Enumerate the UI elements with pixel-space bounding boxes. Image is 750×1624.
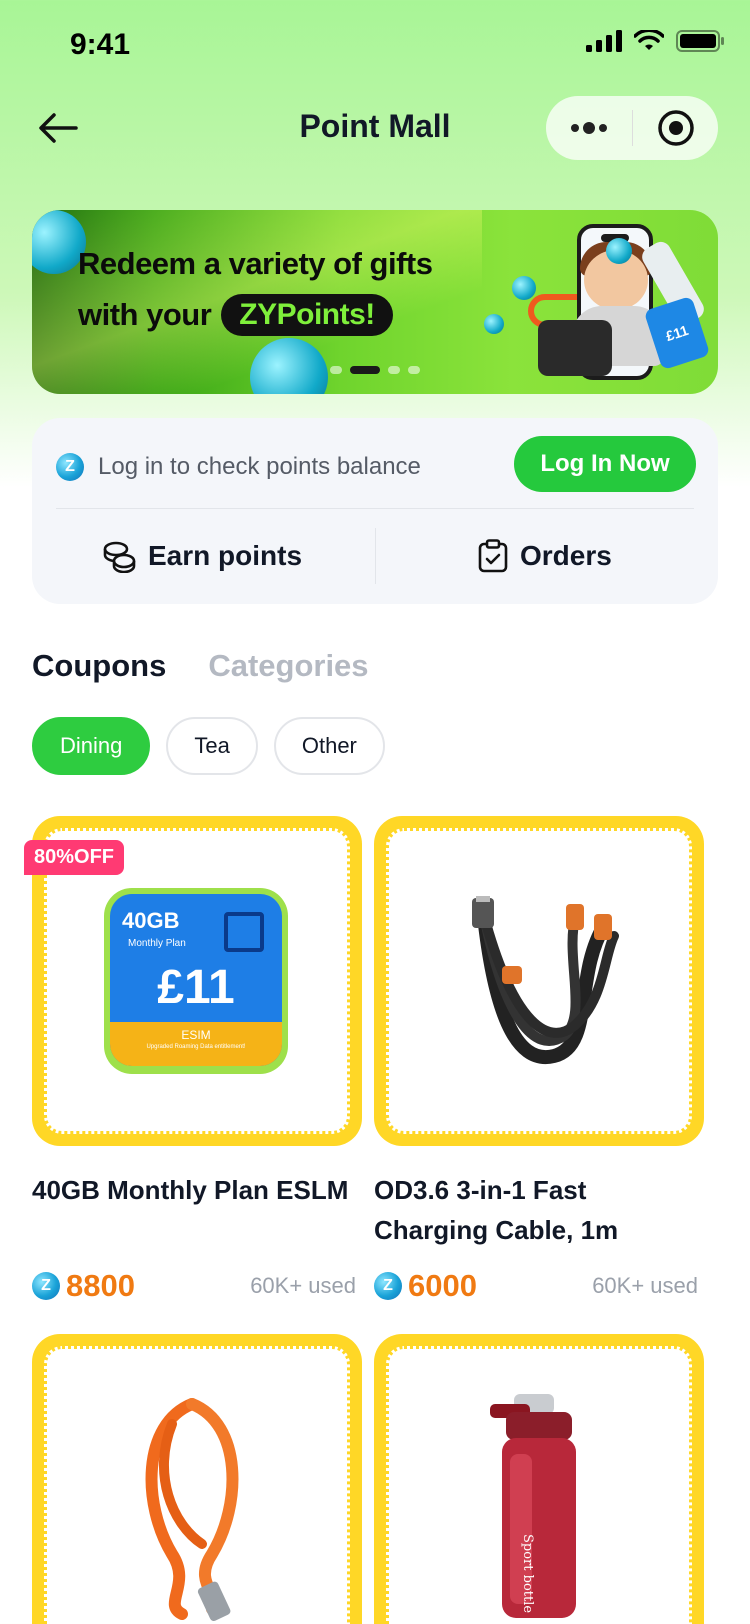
status-bar: 9:41 bbox=[0, 0, 750, 88]
zy-coin-icon: Z bbox=[32, 1272, 60, 1300]
plan-band-label: ESIM bbox=[181, 1028, 211, 1042]
pagination-dot-active[interactable] bbox=[350, 366, 380, 374]
panel-divider bbox=[56, 508, 694, 509]
close-mini-program-button[interactable] bbox=[633, 96, 718, 160]
product-card[interactable]: Sport bottle bbox=[374, 1334, 704, 1624]
pagination-dot[interactable] bbox=[408, 366, 420, 374]
tab-categories[interactable]: Categories bbox=[208, 648, 368, 684]
more-icon bbox=[571, 122, 607, 134]
points-panel: Z Log in to check points balance Log In … bbox=[32, 418, 718, 604]
plan-data: 40GB bbox=[122, 908, 180, 933]
usage-count: 60K+ used bbox=[250, 1273, 356, 1298]
product-image-frame bbox=[374, 816, 704, 1146]
usage-count: 60K+ used bbox=[592, 1273, 698, 1298]
product-image-frame bbox=[32, 1334, 362, 1624]
product-image-frame: Sport bottle bbox=[374, 1334, 704, 1624]
coins-icon bbox=[103, 541, 136, 573]
target-icon bbox=[657, 110, 694, 146]
chip-tea[interactable]: Tea bbox=[166, 717, 258, 775]
coin-decoration bbox=[512, 276, 536, 300]
bottle-label: Sport bottle bbox=[520, 1534, 535, 1613]
discount-badge: 80%OFF bbox=[24, 840, 125, 875]
pagination-dot[interactable] bbox=[330, 366, 342, 374]
plan-band-note: Upgraded Roaming Data entitlement! bbox=[146, 1044, 246, 1050]
login-prompt: Log in to check points balance bbox=[98, 453, 421, 480]
price-value: 8800 bbox=[66, 1268, 135, 1303]
product-card[interactable]: 40GB Monthly Plan £11 ESIM Upgraded Roam… bbox=[24, 816, 362, 1304]
product-image-frame: 40GB Monthly Plan £11 ESIM Upgraded Roam… bbox=[24, 816, 362, 1146]
plan-card-image: 40GB Monthly Plan £11 ESIM Upgraded Roam… bbox=[104, 888, 288, 1074]
log-in-button[interactable]: Log In Now bbox=[514, 436, 696, 492]
price-value: 6000 bbox=[408, 1268, 477, 1303]
panel-vertical-divider bbox=[375, 528, 376, 584]
chip-other[interactable]: Other bbox=[273, 717, 385, 775]
banner-headline: Redeem a variety of gifts bbox=[78, 246, 433, 281]
product-name: OD3.6 3-in-1 Fast Charging Cable, 1m bbox=[374, 1175, 619, 1245]
login-row: Z Log in to check points balance Log In … bbox=[56, 436, 696, 498]
pagination-dot[interactable] bbox=[388, 366, 400, 374]
banner-pagination bbox=[330, 366, 420, 374]
plan-subtitle: Monthly Plan bbox=[128, 938, 186, 949]
section-tabs: Coupons Categories bbox=[32, 648, 369, 684]
battery-icon bbox=[676, 30, 724, 52]
cable-illustration bbox=[538, 320, 612, 376]
earn-points-label: Earn points bbox=[148, 540, 303, 571]
promo-banner[interactable]: Redeem a variety of gifts with your ZYPo… bbox=[32, 210, 718, 394]
orders-button[interactable]: Orders bbox=[478, 536, 612, 576]
banner-points-pill: ZYPoints! bbox=[221, 294, 393, 336]
plan-price: £11 bbox=[157, 961, 235, 1014]
banner-prefix: with your bbox=[78, 297, 212, 332]
product-price: Z 8800 bbox=[32, 1268, 135, 1304]
more-button[interactable] bbox=[546, 96, 632, 160]
status-time: 9:41 bbox=[70, 28, 131, 61]
orders-label: Orders bbox=[520, 540, 612, 571]
zy-coin-icon: Z bbox=[56, 453, 84, 481]
banner-subheadline: with your ZYPoints! bbox=[78, 294, 393, 336]
product-meta: Z 8800 60K+ used bbox=[32, 1268, 362, 1304]
nav-bar: Point Mall bbox=[0, 96, 750, 166]
qr-icon bbox=[224, 912, 264, 952]
signal-icon bbox=[586, 30, 622, 52]
wifi-icon bbox=[634, 30, 664, 50]
product-name: 40GB Monthly Plan ESLM bbox=[32, 1175, 349, 1205]
filter-chips: Dining Tea Other bbox=[32, 717, 385, 775]
status-icons bbox=[586, 30, 724, 52]
mini-program-capsule bbox=[546, 96, 718, 160]
product-card[interactable]: OD3.6 3-in-1 Fast Charging Cable, 1m Z 6… bbox=[374, 816, 704, 1304]
coin-decoration bbox=[606, 238, 632, 264]
plan-band: ESIM Upgraded Roaming Data entitlement! bbox=[110, 1022, 282, 1066]
sport-bottle-image: Sport bottle bbox=[490, 1394, 576, 1618]
tab-coupons[interactable]: Coupons bbox=[32, 648, 166, 684]
orange-cable-image bbox=[145, 1398, 239, 1621]
product-card[interactable] bbox=[32, 1334, 362, 1624]
clipboard-check-icon bbox=[478, 539, 508, 573]
zy-coin-icon: Z bbox=[374, 1272, 402, 1300]
product-price: Z 6000 bbox=[374, 1268, 477, 1304]
product-meta: Z 6000 60K+ used bbox=[374, 1268, 704, 1304]
coin-decoration bbox=[484, 314, 504, 334]
chip-dining[interactable]: Dining bbox=[32, 717, 151, 775]
charging-cable-image bbox=[472, 896, 619, 1065]
earn-points-button[interactable]: Earn points bbox=[102, 536, 302, 576]
